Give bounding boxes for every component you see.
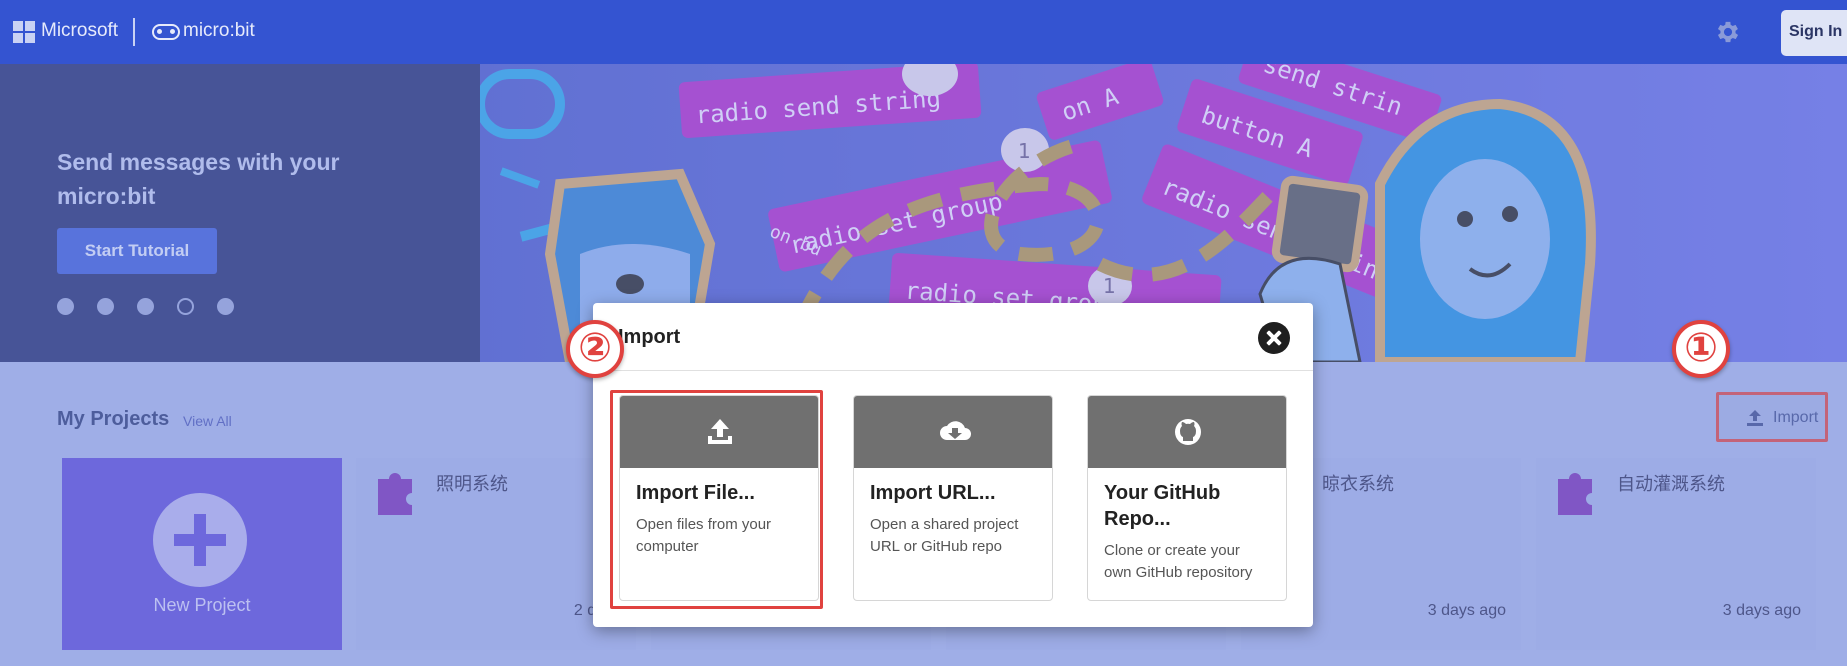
step-badge-1: ① [1672,320,1730,378]
close-icon[interactable] [1258,322,1290,354]
option-title: Import URL... [870,482,996,504]
option-header [854,396,1052,468]
sign-in-button[interactable]: Sign In [1781,10,1847,56]
microsoft-brand[interactable]: Microsoft [41,20,118,42]
option-description: Open a shared project URL or GitHub repo [870,516,1019,555]
microbit-logo-icon [152,24,180,40]
highlight-box [610,390,823,609]
github-icon [1175,419,1201,445]
github-repo-option[interactable]: Your GitHub Repo... Clone or create your… [1087,395,1287,601]
option-title: Your GitHub Repo... [1104,482,1221,530]
step-badge-2: ② [566,320,624,378]
option-header [1088,396,1286,468]
gear-icon[interactable] [1714,18,1742,46]
cloud-download-icon [940,421,971,440]
brand-divider [133,18,135,46]
microsoft-logo-icon [13,21,35,43]
import-url-option[interactable]: Import URL... Open a shared project URL … [853,395,1053,601]
top-bar: Microsoft micro:bit Sign In [0,0,1847,64]
dialog-divider [593,370,1313,371]
option-description: Clone or create your own GitHub reposito… [1104,542,1253,581]
product-name[interactable]: micro:bit [183,20,255,42]
dialog-title: Import [618,326,681,348]
